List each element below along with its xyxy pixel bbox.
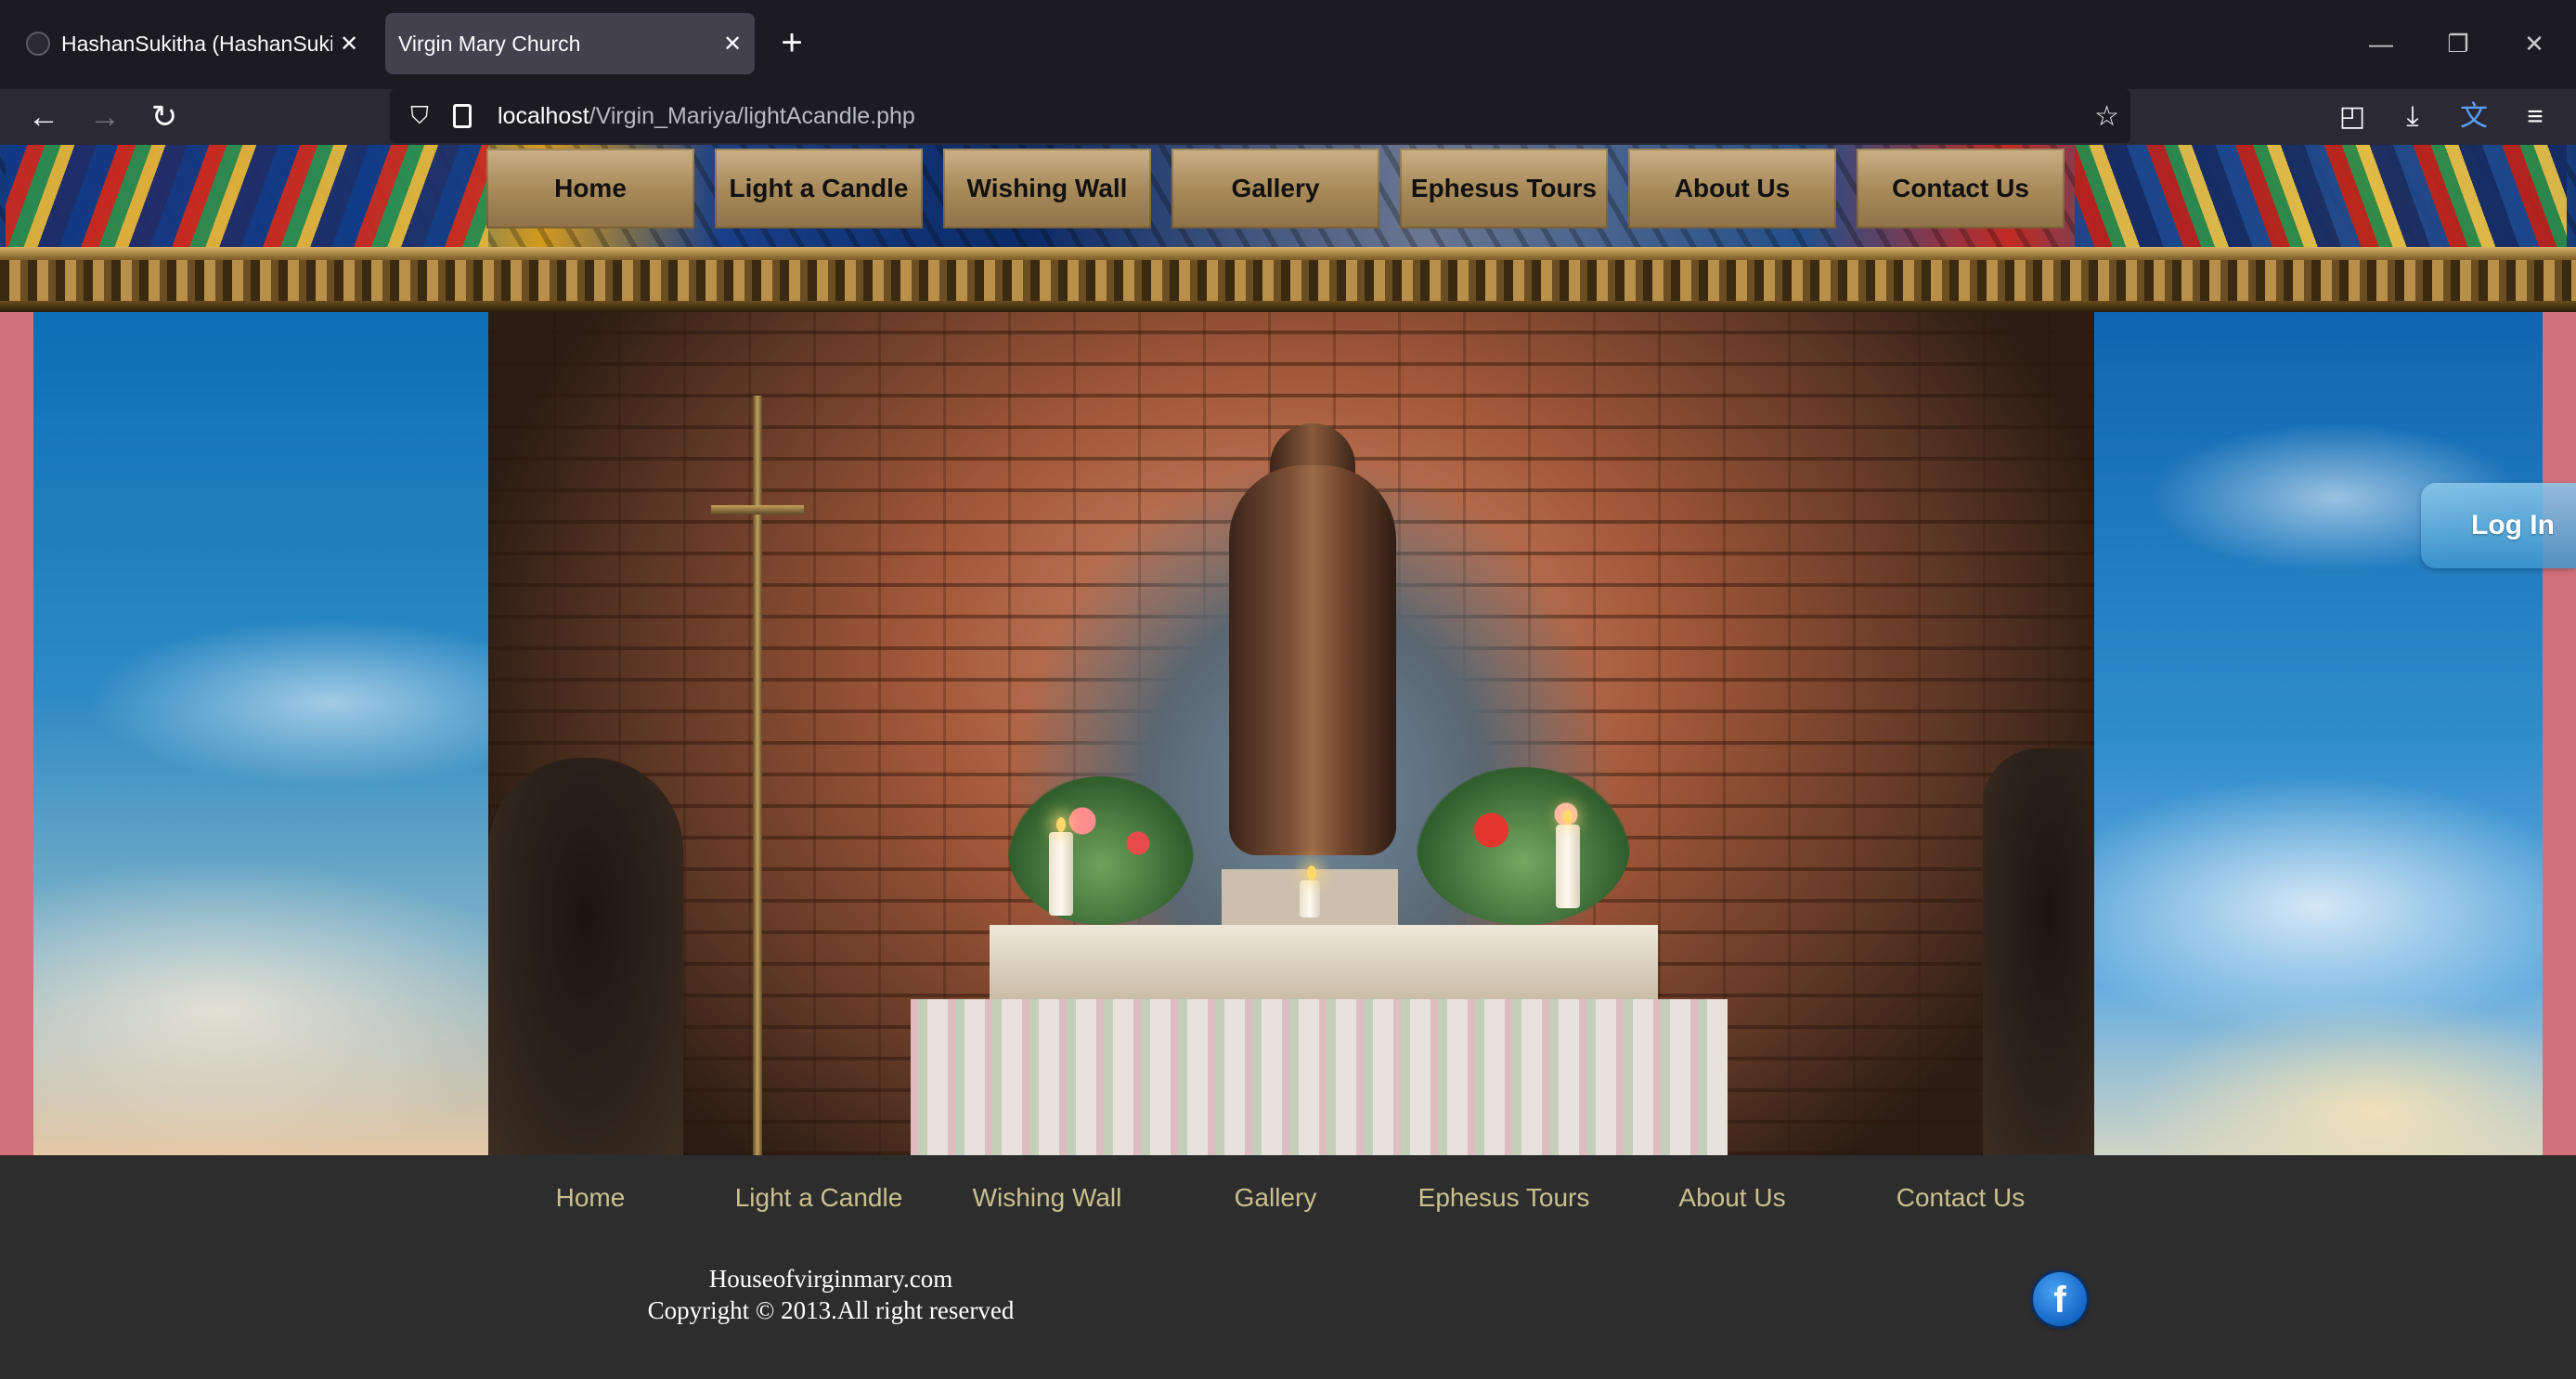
dark-niche-right [1983, 748, 2094, 1155]
menu-contact-us[interactable]: Contact Us [1857, 149, 2065, 228]
close-window-icon[interactable]: ✕ [2506, 20, 2562, 67]
virgin-mary-statue [1229, 465, 1396, 855]
footer-link-light-a-candle[interactable]: Light a Candle [715, 1183, 923, 1224]
menu-ephesus-tours[interactable]: Ephesus Tours [1400, 149, 1608, 228]
footer-link-ephesus-tours[interactable]: Ephesus Tours [1400, 1183, 1608, 1224]
footer-link-home[interactable]: Home [486, 1183, 694, 1224]
menu-gallery[interactable]: Gallery [1171, 149, 1379, 228]
candle-center [1300, 865, 1320, 917]
facebook-icon[interactable]: f [2033, 1272, 2087, 1326]
tab-close-icon[interactable]: ✕ [332, 31, 366, 58]
flower-vase-left [1008, 776, 1194, 925]
dark-niche-left [488, 758, 683, 1155]
site-footer: Home Light a Candle Wishing Wall Gallery… [0, 1155, 2576, 1379]
site-header: Home Light a Candle Wishing Wall Gallery… [0, 145, 2576, 312]
translate-icon[interactable]: 文 [2451, 95, 2497, 139]
minimize-window-icon[interactable]: — [2353, 20, 2409, 67]
new-tab-button[interactable]: + [770, 20, 813, 67]
sky-background-left [33, 312, 488, 1155]
tab-close-icon[interactable]: ✕ [716, 31, 749, 58]
web-page: Home Light a Candle Wishing Wall Gallery… [0, 145, 2576, 1379]
tab-title: Virgin Mary Church [398, 31, 581, 56]
github-favicon-icon [26, 32, 50, 56]
bookmark-star-icon[interactable]: ☆ [2094, 100, 2119, 133]
footer-menu: Home Light a Candle Wishing Wall Gallery… [486, 1183, 2085, 1224]
hero-banner [0, 312, 2576, 1155]
shrine-photo [488, 312, 2094, 1155]
menu-about-us[interactable]: About Us [1628, 149, 1836, 228]
back-arrow-icon[interactable]: ← [20, 95, 67, 139]
menu-home[interactable]: Home [486, 149, 694, 228]
forward-arrow-icon[interactable]: → [82, 95, 128, 139]
copyright-block: Houseofvirginmary.com Copyright © 2013.A… [557, 1263, 1105, 1326]
url-text[interactable]: localhost/Virgin_Mariya/lightAcandle.php [498, 103, 915, 130]
footer-link-contact-us[interactable]: Contact Us [1857, 1183, 2065, 1224]
candle-right [1556, 810, 1580, 908]
tab-hashansukitha[interactable]: HashanSukitha (HashanSukitha) ✕ [9, 13, 371, 74]
url-host: localhost [498, 102, 589, 129]
app-menu-icon[interactable]: ≡ [2512, 95, 2558, 139]
browser-toolbar: ← → ↻ ⛉ localhost/Virgin_Mariya/lightAca… [0, 89, 2576, 145]
tab-virgin-mary-church[interactable]: Virgin Mary Church ✕ [385, 13, 755, 74]
restore-window-icon[interactable]: ❐ [2430, 20, 2486, 67]
gold-cornice-decoration [0, 247, 2576, 312]
copyright-text: Copyright © 2013.All right reserved [647, 1296, 1015, 1324]
footer-site-name: Houseofvirginmary.com [708, 1265, 953, 1293]
login-button[interactable]: Log In [2421, 483, 2576, 568]
cross-bar [711, 505, 804, 514]
stained-glass-right-image [2075, 145, 2567, 247]
page-info-icon[interactable] [447, 104, 485, 128]
pocket-icon[interactable]: ◰ [2329, 95, 2375, 139]
left-side-bar [0, 312, 33, 1155]
footer-link-gallery[interactable]: Gallery [1171, 1183, 1379, 1224]
footer-link-wishing-wall[interactable]: Wishing Wall [943, 1183, 1151, 1224]
altar-cloth [911, 999, 1728, 1155]
footer-link-about-us[interactable]: About Us [1628, 1183, 1836, 1224]
menu-wishing-wall[interactable]: Wishing Wall [943, 149, 1151, 228]
tab-title: HashanSukitha (HashanSukitha) [61, 31, 332, 56]
sky-background-right [2094, 312, 2543, 1155]
tracking-shield-icon[interactable]: ⛉ [401, 101, 438, 131]
downloads-icon[interactable]: ⤓ [2389, 95, 2436, 139]
reload-icon[interactable]: ↻ [141, 95, 188, 139]
menu-light-a-candle[interactable]: Light a Candle [715, 149, 923, 228]
address-bar[interactable]: ⛉ localhost/Virgin_Mariya/lightAcandle.p… [390, 89, 2130, 143]
altar-top [990, 925, 1658, 999]
browser-tab-strip: HashanSukitha (HashanSukitha) ✕ Virgin M… [0, 0, 2576, 89]
main-menu: Home Light a Candle Wishing Wall Gallery… [486, 149, 2085, 228]
flower-vase-right [1417, 767, 1630, 925]
url-path: /Virgin_Mariya/lightAcandle.php [589, 102, 915, 129]
candle-left [1049, 817, 1073, 916]
stained-glass-left-image [6, 145, 488, 247]
right-side-bar [2543, 312, 2576, 1155]
